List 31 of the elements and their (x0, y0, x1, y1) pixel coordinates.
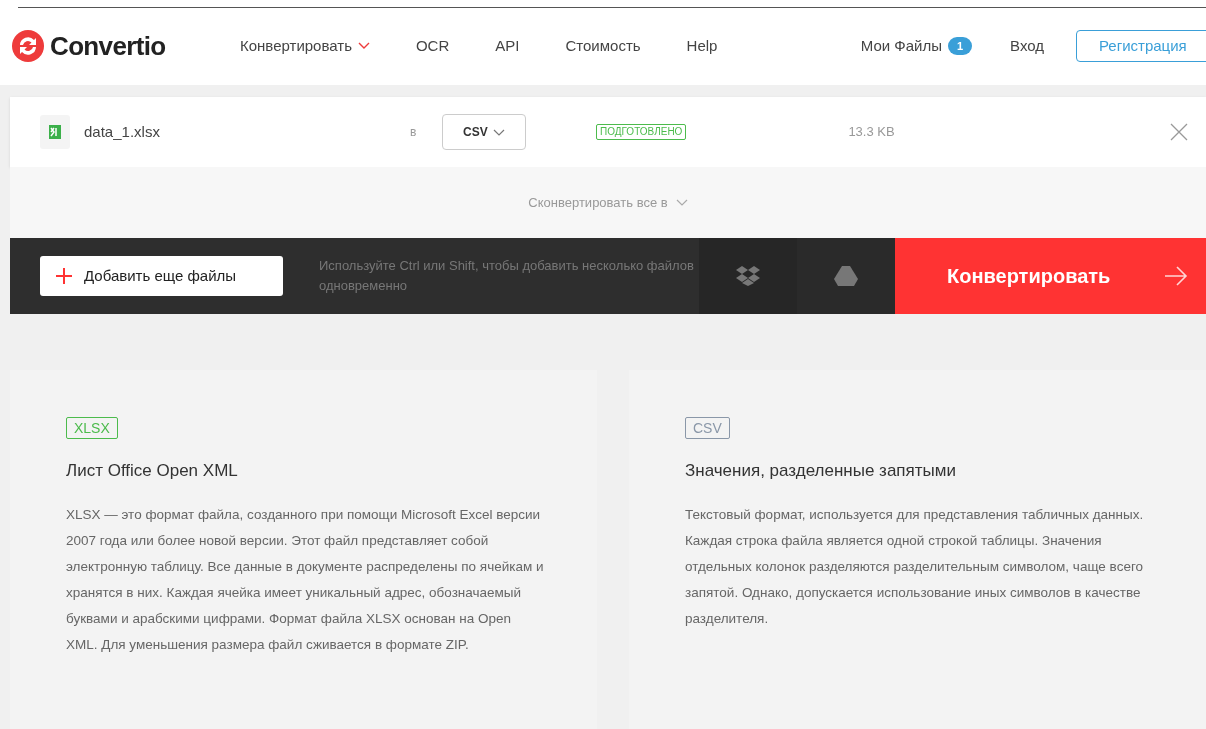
file-size: 13.3 KB (848, 123, 895, 142)
arrow-right-icon (1164, 266, 1188, 286)
dropbox-icon[interactable] (736, 266, 760, 286)
format-title: Лист Office Open XML (66, 460, 239, 482)
close-icon[interactable] (1170, 123, 1188, 141)
file-name: data_1.xlsx (84, 121, 161, 142)
chevron-down-icon (675, 199, 688, 206)
status-badge: ПОДГОТОВЛЕНО (596, 124, 687, 140)
nav-link[interactable]: OCR (415, 34, 450, 58)
logo-icon (12, 30, 44, 62)
plus-icon (56, 268, 72, 284)
format-dropdown[interactable]: CSV (442, 114, 526, 150)
format-tag: CSV (685, 417, 730, 439)
format-tag: XLSX (66, 417, 118, 439)
logo-text[interactable]: Convertio (50, 26, 166, 66)
nav-link[interactable]: Стоимость (565, 34, 641, 58)
format-title: Значения, разделенные запятыми (685, 460, 957, 482)
format-description: Текстовый формат, используется для представления табличных данных. Каждая строка файла является одной строкой таблицы. Значения отдельных колонок разделяются разделительным символом, чаще всего запятой. Однако, допускается использование иных символов в качестве разделителя. (685, 505, 1145, 628)
add-files-button[interactable]: Добавить еще файлы (40, 256, 283, 296)
nav-link[interactable]: Конвертировать (240, 34, 370, 58)
count-badge: 1 (947, 37, 973, 55)
format-description: XLSX — это формат файла, созданного при помощи Microsoft Excel версии 2007 года или более новой версии. Этот файл представляет собой электронную таблицу. Все данные в документе распределены по ячейкам и хранятся в них. Каждая ячейка имеет уникальный адрес, обозначаемый буквами и арабскими цифрами. Формат файла XLSX основан на Open XML. Для уменьшения размера файл сживается в формате ZIP. (66, 505, 545, 654)
nav-link[interactable]: API (495, 34, 520, 58)
hint-text: Используйте Ctrl или Shift, чтобы добавить несколько файлов одновременно (319, 257, 695, 295)
nav-link[interactable]: Help (686, 34, 718, 58)
spreadsheet-file-icon (40, 115, 70, 149)
convert-button[interactable]: Конвертировать (895, 238, 1206, 314)
chevron-down-icon (493, 128, 505, 136)
to-label: в (410, 124, 418, 141)
my-files-link[interactable]: Мои Файлы 1 (860, 34, 973, 58)
login-link[interactable]: Вход (1010, 34, 1044, 58)
